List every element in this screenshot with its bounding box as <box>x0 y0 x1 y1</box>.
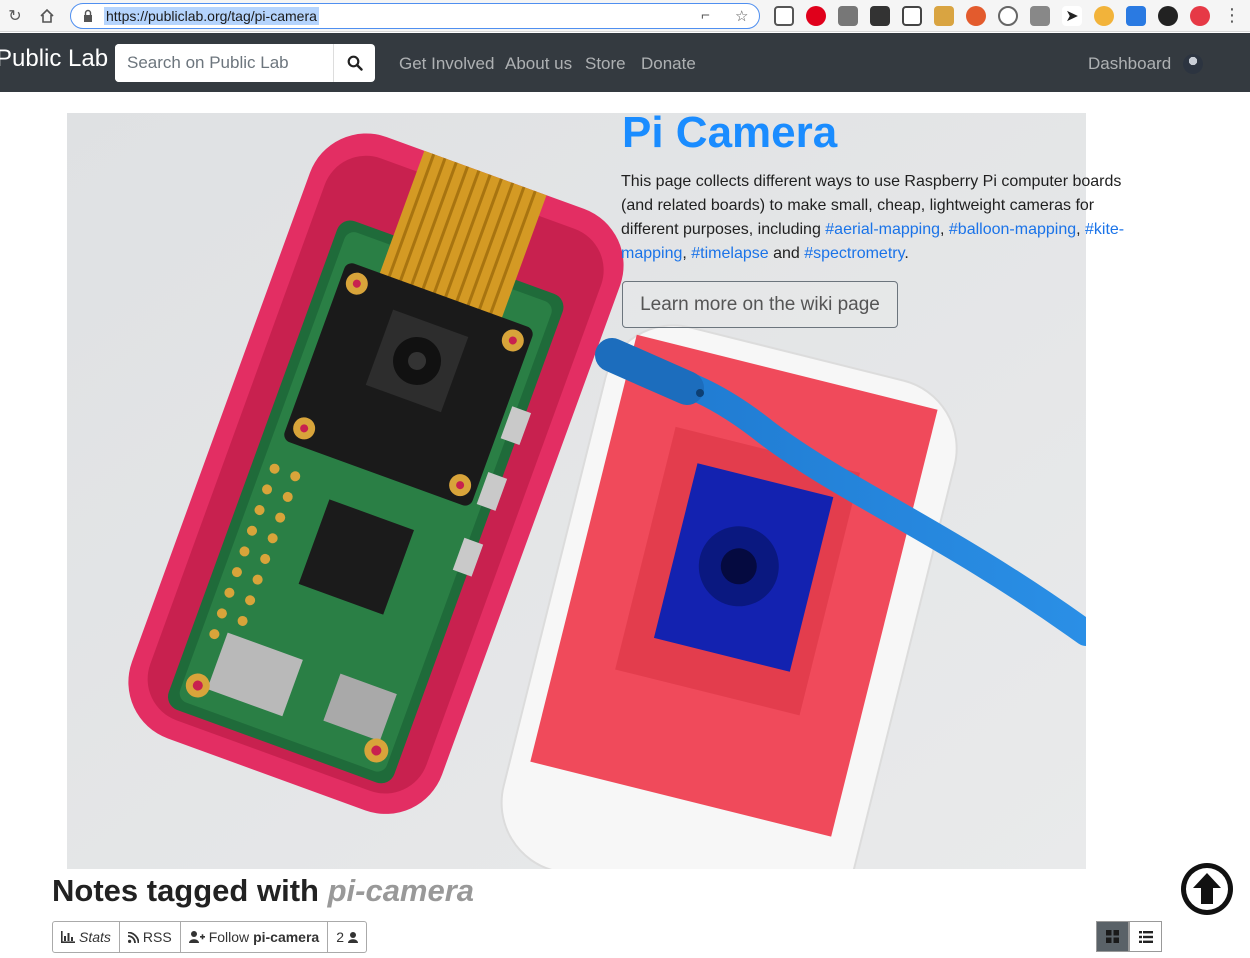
home-icon[interactable] <box>36 5 58 27</box>
tag-separator: , <box>682 245 692 262</box>
notes-heading-prefix: Notes tagged with <box>52 873 328 908</box>
stats-button[interactable]: Stats <box>52 921 120 953</box>
bookmark-star-icon[interactable]: ☆ <box>735 7 748 25</box>
drive-icon[interactable] <box>1030 6 1050 26</box>
brand-logo[interactable]: Public Lab <box>0 45 108 73</box>
address-bar[interactable]: https://publiclab.org/tag/pi-camera ⌐ ☆ <box>70 3 760 29</box>
nav-about-us[interactable]: About us <box>505 54 572 74</box>
follower-count: 2 <box>336 929 345 945</box>
nav-donate[interactable]: Donate <box>641 54 696 74</box>
tag-link-spectrometry[interactable]: #spectrometry <box>804 245 904 262</box>
extension-ball-icon[interactable] <box>1158 6 1178 26</box>
bar-chart-icon <box>61 931 75 943</box>
tag-conjunction: and <box>768 245 805 262</box>
coin-extension-icon[interactable] <box>1094 6 1114 26</box>
extension-c-icon[interactable] <box>902 6 922 26</box>
extension-dark-icon[interactable] <box>870 6 890 26</box>
tag-link-timelapse[interactable]: #timelapse <box>691 245 768 262</box>
stats-label: Stats <box>79 929 111 945</box>
extension-palette-icon[interactable] <box>934 6 954 26</box>
tag-separator: , <box>1076 221 1085 238</box>
search-button[interactable] <box>333 44 375 82</box>
user-avatar[interactable] <box>1183 54 1203 74</box>
nav-dashboard[interactable]: Dashboard <box>1088 54 1171 74</box>
grid-icon <box>1106 930 1119 943</box>
duckduckgo-icon[interactable] <box>966 6 986 26</box>
scroll-to-top-button[interactable] <box>1181 863 1233 915</box>
browser-toolbar: ↻ https://publiclab.org/tag/pi-camera ⌐ … <box>0 0 1250 32</box>
follow-tag: pi-camera <box>253 929 320 945</box>
arrow-extension-icon[interactable]: ➤ <box>1062 6 1082 26</box>
list-view-button[interactable] <box>1129 921 1162 952</box>
follow-button[interactable]: Follow pi-camera <box>179 921 329 953</box>
user-icon <box>348 931 359 943</box>
follow-label-text: Follow <box>208 929 254 945</box>
hero-description-suffix: . <box>904 245 909 262</box>
page-title: Pi Camera <box>622 108 838 157</box>
search-icon <box>347 55 363 71</box>
url-text: https://publiclab.org/tag/pi-camera <box>104 7 319 25</box>
tag-link-balloon-mapping[interactable]: #balloon-mapping <box>949 221 1076 238</box>
notes-actions: Stats RSS Follow pi-camera 2 <box>52 921 368 953</box>
search-form <box>115 44 375 82</box>
notes-heading-tag: pi-camera <box>327 873 475 908</box>
extension-red-icon[interactable] <box>1190 6 1210 26</box>
tag-separator: , <box>940 221 949 238</box>
follow-label: Follow pi-camera <box>209 929 320 945</box>
tag-link-aerial-mapping[interactable]: #aerial-mapping <box>825 221 940 238</box>
view-toggle <box>1096 921 1162 952</box>
user-plus-icon <box>188 931 205 943</box>
nav-get-involved[interactable]: Get Involved <box>399 54 494 74</box>
followers-count-button[interactable]: 2 <box>327 921 368 953</box>
rss-icon <box>127 931 139 943</box>
key-icon[interactable]: ⌐ <box>701 7 710 24</box>
opera-icon[interactable] <box>806 6 826 26</box>
lock-icon <box>84 9 92 22</box>
menu-dots-icon[interactable]: ⋮ <box>1222 6 1242 26</box>
rss-label: RSS <box>142 929 172 945</box>
pocket-icon[interactable] <box>774 6 794 26</box>
rss-button[interactable]: RSS <box>118 921 181 953</box>
grid-view-button[interactable] <box>1096 921 1129 952</box>
arrow-up-icon <box>1186 868 1228 910</box>
skype-icon[interactable] <box>998 6 1018 26</box>
wiki-page-button[interactable]: Learn more on the wiki page <box>622 281 898 328</box>
nav-store[interactable]: Store <box>585 54 626 74</box>
reload-icon[interactable]: ↻ <box>4 5 26 27</box>
site-navbar: Public Lab Get Involved About us Store D… <box>0 33 1250 92</box>
camera-extension-icon[interactable] <box>838 6 858 26</box>
search-input[interactable] <box>115 44 333 82</box>
extension-blue-icon[interactable] <box>1126 6 1146 26</box>
list-icon <box>1138 930 1153 943</box>
hero-description: This page collects different ways to use… <box>621 170 1151 266</box>
notes-heading: Notes tagged with pi-camera <box>52 873 474 909</box>
